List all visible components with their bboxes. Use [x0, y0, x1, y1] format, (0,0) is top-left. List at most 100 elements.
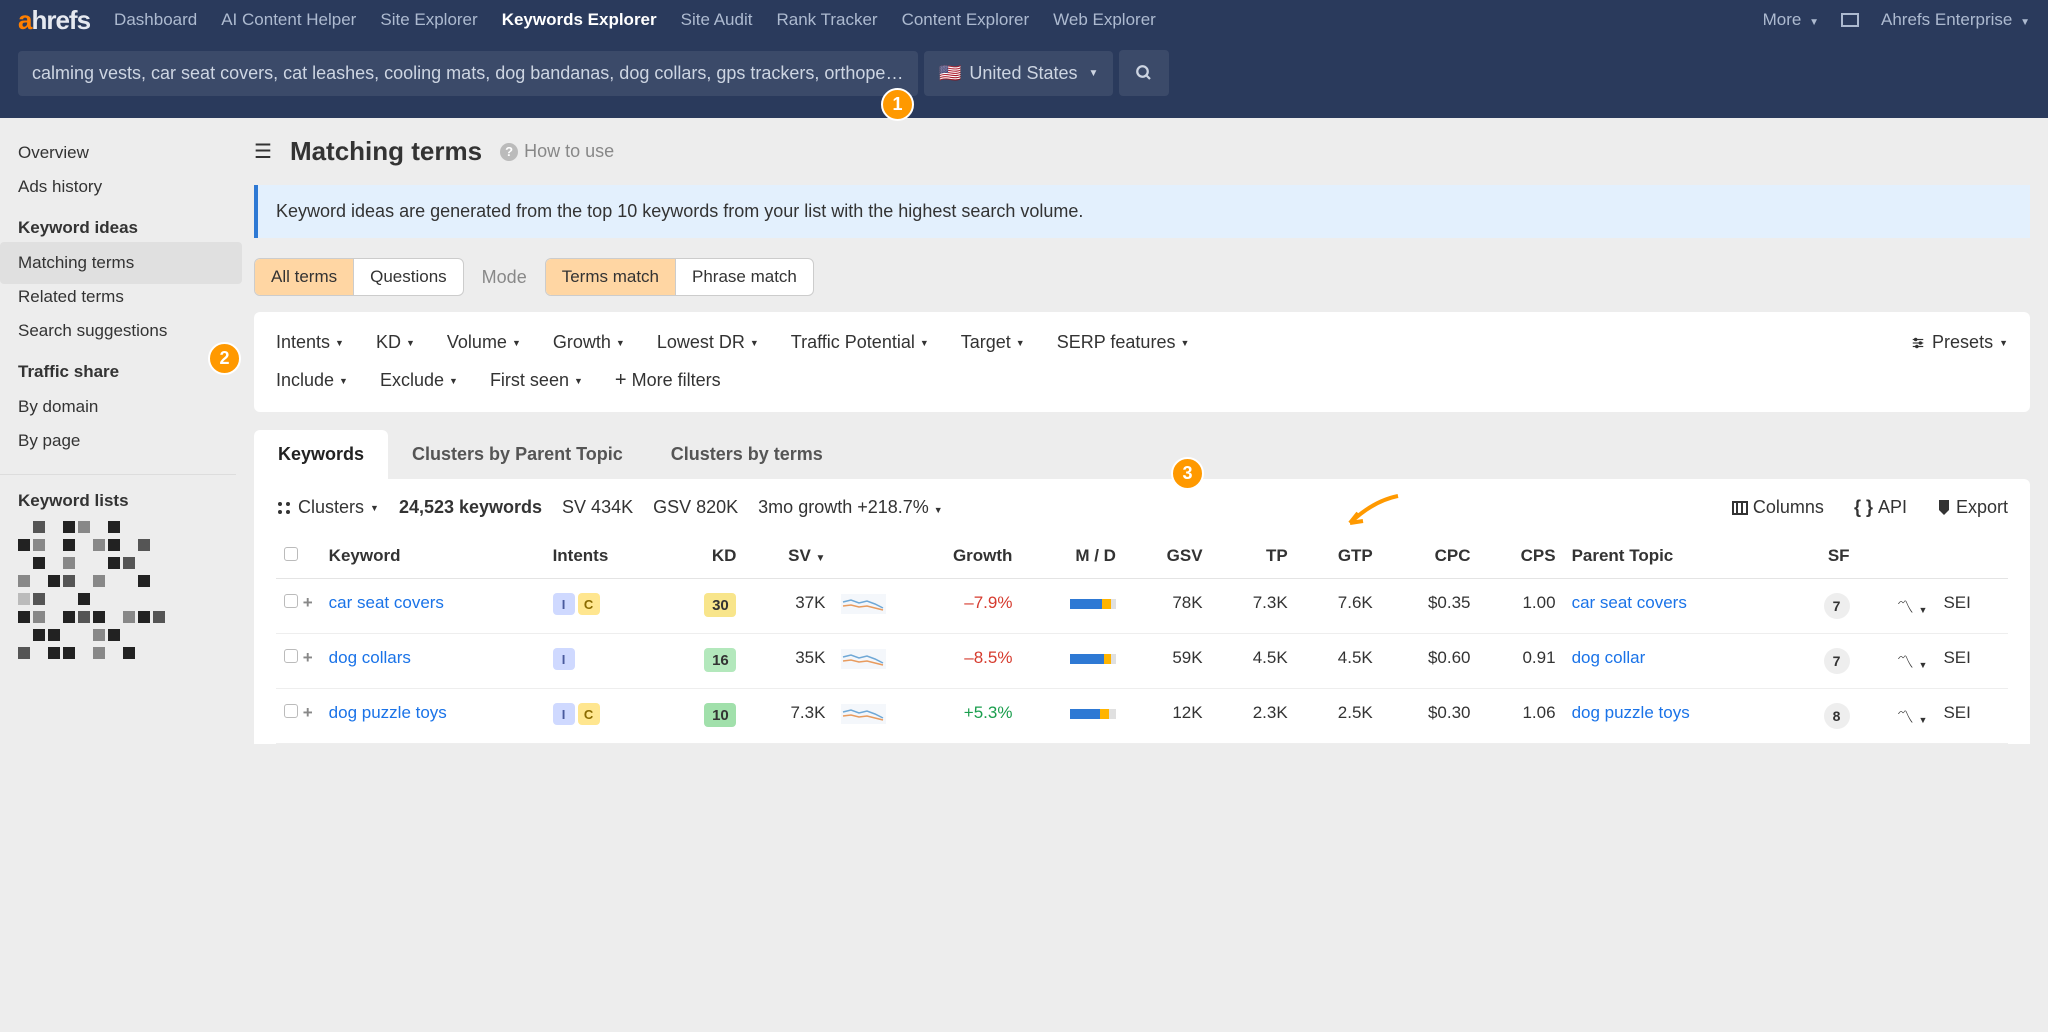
row-checkbox[interactable]: [284, 649, 298, 663]
nav-site-explorer[interactable]: Site Explorer: [380, 10, 477, 30]
cell-gsv: 59K: [1124, 634, 1211, 689]
filter-kd[interactable]: KD ▼: [376, 332, 415, 353]
export-button[interactable]: Export: [1937, 497, 2008, 518]
col-md[interactable]: M / D: [1020, 534, 1123, 579]
tab-clusters-terms[interactable]: Clusters by terms: [647, 430, 847, 479]
filter-serp-features[interactable]: SERP features ▼: [1057, 332, 1190, 353]
annotation-badge-3: 3: [1171, 457, 1204, 490]
expand-icon[interactable]: +: [303, 648, 313, 667]
toggle-sidebar-icon[interactable]: ☰: [254, 139, 272, 164]
col-parent[interactable]: Parent Topic: [1564, 534, 1788, 579]
tab-clusters-parent[interactable]: Clusters by Parent Topic: [388, 430, 647, 479]
pill-phrase-match[interactable]: Phrase match: [676, 259, 813, 295]
clusters-dropdown[interactable]: Clusters ▼: [276, 497, 379, 518]
expand-icon[interactable]: +: [303, 593, 313, 612]
cell-gtp: 7.6K: [1296, 579, 1381, 634]
cell-cps: 1.00: [1478, 579, 1563, 634]
sidebar-matching-terms[interactable]: Matching terms: [18, 246, 236, 280]
summary-growth[interactable]: 3mo growth +218.7% ▼: [758, 497, 943, 518]
filter-intents[interactable]: Intents ▼: [276, 332, 344, 353]
filter-include[interactable]: Include ▼: [276, 370, 348, 391]
sidebar-traffic-share-header: Traffic share: [18, 362, 236, 382]
filter-target[interactable]: Target ▼: [961, 332, 1025, 353]
presets-button[interactable]: Presets ▼: [1910, 332, 2008, 353]
nav-account[interactable]: Ahrefs Enterprise ▼: [1881, 10, 2030, 30]
pill-terms-match[interactable]: Terms match: [546, 259, 676, 295]
filter-lowest-dr[interactable]: Lowest DR ▼: [657, 332, 759, 353]
search-button[interactable]: [1119, 50, 1169, 96]
cell-growth: –8.5%: [894, 634, 1020, 689]
more-filters-button[interactable]: + More filters: [615, 369, 721, 392]
keywords-input[interactable]: calming vests, car seat covers, cat leas…: [18, 51, 918, 96]
parent-topic-link[interactable]: car seat covers: [1572, 593, 1687, 613]
row-checkbox[interactable]: [284, 594, 298, 608]
filter-traffic-potential[interactable]: Traffic Potential ▼: [791, 332, 929, 353]
col-growth[interactable]: Growth: [894, 534, 1020, 579]
sidebar-overview[interactable]: Overview: [18, 136, 236, 170]
trend-icon[interactable]: 〽 ▼: [1897, 653, 1928, 672]
arrow-annotation: [1338, 491, 1408, 531]
sidebar-ads-history[interactable]: Ads history: [18, 170, 236, 204]
parent-topic-link[interactable]: dog puzzle toys: [1572, 703, 1690, 723]
country-select[interactable]: 🇺🇸 United States ▼: [924, 51, 1113, 96]
api-button[interactable]: { } API: [1854, 497, 1907, 518]
serp-cell[interactable]: SEI: [1935, 579, 2008, 634]
how-to-use-link[interactable]: ? How to use: [500, 141, 614, 162]
cell-growth: +5.3%: [894, 689, 1020, 744]
intent-badge-I: I: [553, 593, 575, 615]
nav-web-explorer[interactable]: Web Explorer: [1053, 10, 1156, 30]
cell-tp: 7.3K: [1211, 579, 1296, 634]
col-cpc[interactable]: CPC: [1381, 534, 1479, 579]
nav-dashboard[interactable]: Dashboard: [114, 10, 197, 30]
sidebar-related-terms[interactable]: Related terms: [18, 280, 236, 314]
nav-content-explorer[interactable]: Content Explorer: [902, 10, 1030, 30]
serp-cell[interactable]: SEI: [1935, 634, 2008, 689]
filter-first-seen[interactable]: First seen ▼: [490, 370, 583, 391]
trend-icon[interactable]: 〽 ▼: [1897, 708, 1928, 727]
sidebar-search-suggestions[interactable]: Search suggestions: [18, 314, 236, 348]
col-keyword[interactable]: Keyword: [321, 534, 545, 579]
intent-badge-I: I: [553, 703, 575, 725]
sidebar-by-page[interactable]: By page: [18, 424, 236, 458]
result-tabs: Keywords Clusters by Parent Topic Cluste…: [254, 430, 2030, 479]
parent-topic-link[interactable]: dog collar: [1572, 648, 1646, 668]
serp-cell[interactable]: SEI: [1935, 689, 2008, 744]
filter-exclude[interactable]: Exclude ▼: [380, 370, 458, 391]
col-gtp[interactable]: GTP: [1296, 534, 1381, 579]
trend-icon[interactable]: 〽 ▼: [1897, 598, 1928, 617]
logo[interactable]: ahrefs: [18, 5, 90, 36]
keyword-lists-blurred: [18, 521, 236, 659]
col-kd[interactable]: KD: [664, 534, 744, 579]
nav-more[interactable]: More ▼: [1763, 10, 1819, 30]
expand-icon[interactable]: +: [303, 703, 313, 722]
col-gsv[interactable]: GSV: [1124, 534, 1211, 579]
cell-cps: 0.91: [1478, 634, 1563, 689]
tab-keywords[interactable]: Keywords: [254, 430, 388, 479]
col-tp[interactable]: TP: [1211, 534, 1296, 579]
filter-growth[interactable]: Growth ▼: [553, 332, 625, 353]
col-sf[interactable]: SF: [1787, 534, 1857, 579]
nav-keywords-explorer[interactable]: Keywords Explorer: [502, 10, 657, 30]
nav-rank-tracker[interactable]: Rank Tracker: [776, 10, 877, 30]
keyword-link[interactable]: dog collars: [329, 648, 411, 668]
select-all-checkbox[interactable]: [284, 547, 298, 561]
keyword-link[interactable]: dog puzzle toys: [329, 703, 447, 723]
braces-icon: { }: [1854, 497, 1873, 518]
view-mode-icon[interactable]: [1841, 13, 1859, 27]
sidebar-keyword-ideas-header: Keyword ideas: [18, 218, 236, 238]
pill-questions[interactable]: Questions: [354, 259, 463, 295]
keyword-link[interactable]: car seat covers: [329, 593, 444, 613]
cell-cps: 1.06: [1478, 689, 1563, 744]
columns-button[interactable]: Columns: [1732, 497, 1824, 518]
filter-volume[interactable]: Volume ▼: [447, 332, 521, 353]
sf-badge: 7: [1824, 648, 1850, 674]
sidebar-keyword-lists-header: Keyword lists: [18, 491, 236, 511]
sidebar-by-domain[interactable]: By domain: [18, 390, 236, 424]
row-checkbox[interactable]: [284, 704, 298, 718]
nav-ai-content[interactable]: AI Content Helper: [221, 10, 356, 30]
nav-site-audit[interactable]: Site Audit: [681, 10, 753, 30]
pill-all-terms[interactable]: All terms: [255, 259, 354, 295]
col-sv[interactable]: SV ▼: [744, 534, 833, 579]
col-intents[interactable]: Intents: [545, 534, 665, 579]
col-cps[interactable]: CPS: [1478, 534, 1563, 579]
